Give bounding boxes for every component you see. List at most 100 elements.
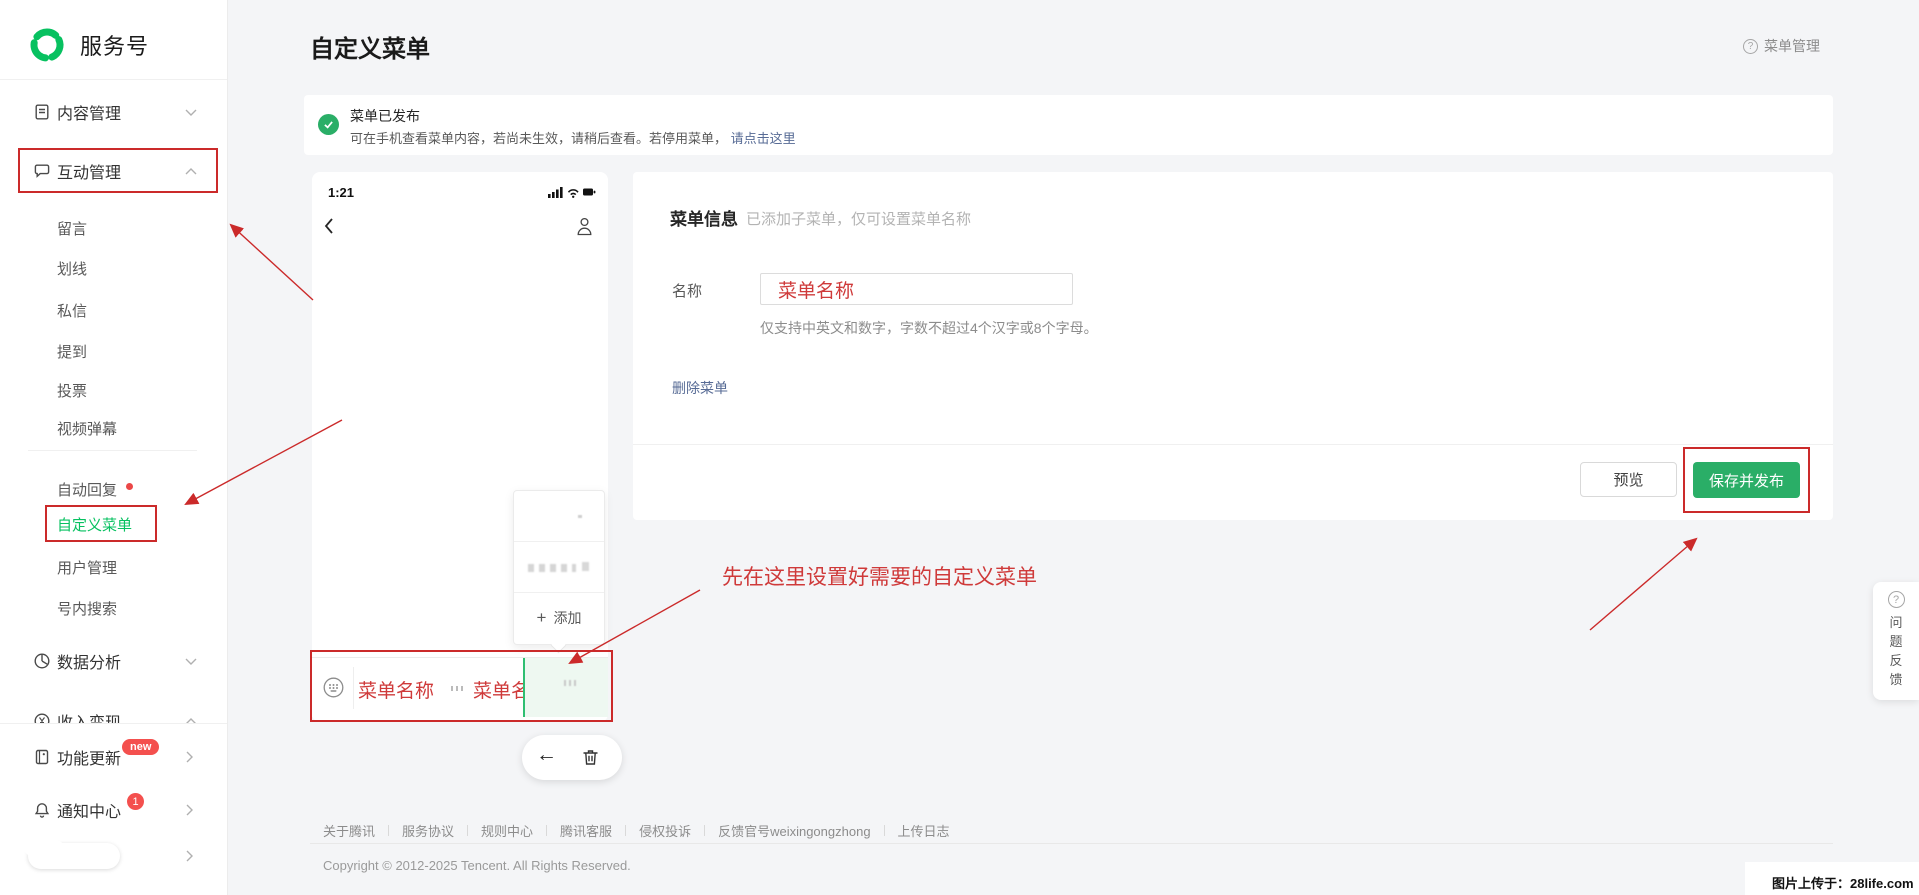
divider bbox=[388, 825, 390, 836]
sidebar-item-auto-reply[interactable]: 自动回复 bbox=[57, 479, 117, 500]
footer-link[interactable]: 服务协议 bbox=[402, 821, 454, 840]
back-arrow-icon[interactable]: ← bbox=[536, 743, 557, 767]
sidebar: 服务号 内容管理 互动管理 留言 划线 私信 提到 投票 视频弹幕 自动回复 自… bbox=[0, 0, 228, 895]
sidebar-item-interact-mgmt[interactable]: 互动管理 bbox=[0, 156, 228, 186]
feedback-tab[interactable]: ? 问题反馈 bbox=[1873, 582, 1919, 700]
chevron-right-icon bbox=[184, 750, 195, 764]
brand: 服务号 bbox=[28, 26, 149, 64]
footer-link[interactable]: 规则中心 bbox=[481, 821, 533, 840]
sidebar-item-label: 通知中心 bbox=[57, 804, 122, 821]
notification-count-badge: 1 bbox=[127, 793, 144, 810]
delete-menu-link[interactable]: 删除菜单 bbox=[672, 378, 728, 398]
sidebar-item-feature-update[interactable]: 功能更新 new bbox=[0, 739, 228, 772]
book-icon bbox=[33, 748, 51, 766]
annotation-tip-text: 先在这里设置好需要的自定义菜单 bbox=[722, 565, 1037, 589]
phone-preview: 1:21 + 添加 菜单名称 菜单名称 bbox=[312, 172, 608, 722]
chevron-right-icon bbox=[184, 803, 195, 817]
question-circle-icon: ? bbox=[1743, 38, 1758, 54]
preview-button[interactable]: 预览 bbox=[1580, 462, 1677, 497]
illegible-mark bbox=[578, 515, 582, 518]
save-publish-button[interactable]: 保存并发布 bbox=[1693, 462, 1800, 498]
red-dot-badge bbox=[126, 483, 133, 490]
section-note: 已添加子菜单，仅可设置菜单名称 bbox=[746, 211, 972, 228]
sidebar-item-label: 内容管理 bbox=[57, 106, 122, 123]
section-heading: 菜单信息 bbox=[670, 210, 738, 229]
divider bbox=[625, 825, 627, 836]
menu-info-card: 菜单信息 已添加子菜单，仅可设置菜单名称 名称 仅支持中英文和数字，字数不超过4… bbox=[633, 172, 1833, 520]
plus-icon: + bbox=[536, 608, 547, 627]
page-title: 自定义菜单 bbox=[310, 36, 430, 63]
chevron-up-icon bbox=[184, 166, 198, 177]
divider bbox=[0, 79, 227, 80]
chevron-up-icon bbox=[184, 716, 198, 723]
sidebar-item-monetization[interactable]: 收入变现 bbox=[0, 706, 228, 723]
copyright-text: Copyright © 2012-2025 Tencent. All Right… bbox=[323, 858, 631, 873]
footer-link[interactable]: 关于腾讯 bbox=[323, 821, 375, 840]
question-circle-icon: ? bbox=[1887, 591, 1905, 608]
help-label: 菜单管理 bbox=[1764, 38, 1820, 54]
divider bbox=[546, 825, 548, 836]
keyboard-circle-icon[interactable] bbox=[322, 676, 345, 699]
sidebar-item-content-mgmt[interactable]: 内容管理 bbox=[0, 97, 228, 127]
chevron-down-icon bbox=[184, 107, 198, 118]
illegible-text bbox=[582, 562, 589, 571]
yen-circle-icon bbox=[33, 712, 51, 723]
chevron-right-icon[interactable] bbox=[184, 849, 195, 863]
sidebar-item-notification-center[interactable]: 通知中心 1 bbox=[0, 793, 228, 825]
menu-name-input[interactable] bbox=[760, 273, 1073, 305]
chevron-left-icon[interactable] bbox=[322, 216, 336, 236]
sidebar-item-label: 数据分析 bbox=[57, 655, 122, 672]
selected-menu-slot[interactable] bbox=[523, 658, 608, 717]
sidebar-item-mentions[interactable]: 提到 bbox=[57, 341, 87, 362]
sidebar-item-label: 互动管理 bbox=[57, 165, 122, 182]
menu-name-annotation-1[interactable]: 菜单名称 bbox=[358, 676, 434, 703]
sidebar-item-label: 收入变现 bbox=[57, 709, 121, 723]
sidebar-item-account-search[interactable]: 号内搜索 bbox=[57, 598, 117, 619]
sidebar-item-data-analysis[interactable]: 数据分析 bbox=[0, 646, 228, 676]
account-name-redacted[interactable] bbox=[24, 840, 120, 869]
separator-dots bbox=[451, 686, 463, 691]
sidebar-item-votes[interactable]: 投票 bbox=[57, 380, 87, 401]
watermark-text: 图片上传于：28life.com bbox=[1772, 876, 1914, 891]
sidebar-item-private-msg[interactable]: 私信 bbox=[57, 300, 87, 321]
banner-body: 可在手机查看菜单内容，若尚未生效，请稍后查看。若停用菜单， 请点击这里 bbox=[350, 128, 796, 147]
watermark: 图片上传于：28life.com bbox=[1745, 862, 1919, 895]
submenu-item-illegible[interactable] bbox=[514, 542, 604, 593]
phone-menu-bar: 菜单名称 菜单名称 bbox=[312, 657, 608, 717]
submenu-item-empty[interactable] bbox=[514, 491, 604, 542]
trash-icon[interactable] bbox=[580, 747, 601, 768]
submenu-popup: + 添加 bbox=[513, 490, 605, 645]
document-icon bbox=[33, 103, 51, 121]
divider bbox=[883, 825, 885, 836]
sidebar-item-user-mgmt[interactable]: 用户管理 bbox=[57, 557, 117, 578]
divider bbox=[28, 450, 197, 451]
footer-link[interactable]: 反馈官号weixingongzhong bbox=[718, 821, 870, 840]
sidebar-item-monetization-clipped[interactable]: 收入变现 bbox=[0, 703, 228, 723]
feedback-label: 问题反馈 bbox=[1889, 615, 1903, 687]
divider bbox=[467, 825, 469, 836]
sidebar-item-underline[interactable]: 划线 bbox=[57, 258, 87, 279]
footer-link[interactable]: 侵权投诉 bbox=[639, 821, 691, 840]
menu-management-help[interactable]: ? 菜单管理 bbox=[1743, 36, 1820, 56]
sidebar-item-custom-menu[interactable]: 自定义菜单 bbox=[57, 514, 132, 535]
divider bbox=[0, 723, 227, 724]
new-badge: new bbox=[122, 739, 160, 755]
disable-menu-link[interactable]: 请点击这里 bbox=[731, 131, 796, 146]
brand-logo-icon bbox=[28, 26, 66, 64]
add-submenu-button[interactable]: + 添加 bbox=[514, 593, 604, 643]
sidebar-item-comments[interactable]: 留言 bbox=[57, 218, 87, 239]
editor-toolbar-pill: ← bbox=[522, 735, 622, 780]
sidebar-item-label: 功能更新 bbox=[57, 751, 122, 768]
status-bar-time: 1:21 bbox=[328, 185, 355, 200]
footer-link[interactable]: 上传日志 bbox=[898, 821, 950, 840]
publish-status-banner: 菜单已发布 可在手机查看菜单内容，若尚未生效，请稍后查看。若停用菜单， 请点击这… bbox=[304, 95, 1833, 155]
footer-link[interactable]: 腾讯客服 bbox=[560, 821, 612, 840]
sidebar-item-video-danmu[interactable]: 视频弹幕 bbox=[57, 418, 117, 439]
illegible-text bbox=[528, 564, 576, 572]
name-field-helper: 仅支持中英文和数字，字数不超过4个汉字或8个字母。 bbox=[760, 320, 1098, 336]
illegible-mark bbox=[564, 680, 578, 686]
banner-title: 菜单已发布 bbox=[350, 108, 420, 124]
divider bbox=[704, 825, 706, 836]
chat-bubble-icon bbox=[33, 162, 51, 180]
person-icon[interactable] bbox=[575, 216, 594, 237]
